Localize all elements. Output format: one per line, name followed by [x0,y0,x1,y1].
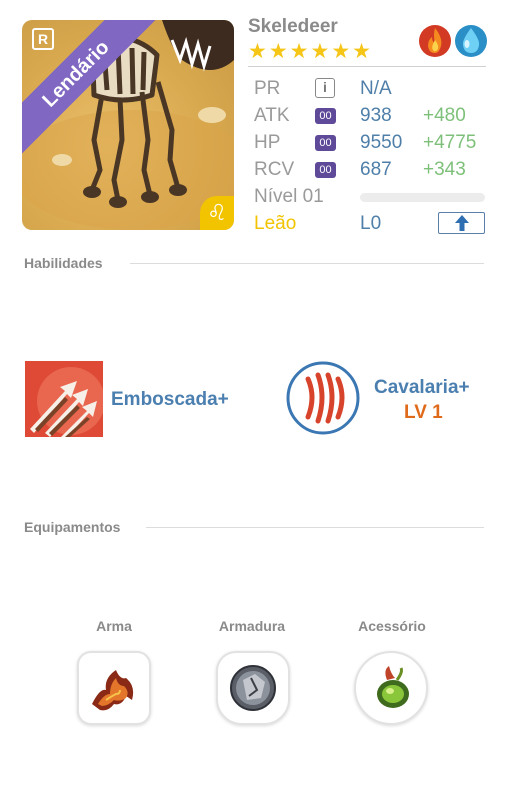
star-rating: ★ ★ ★ ★ ★ ★ [248,40,371,64]
header-divider [248,66,486,67]
info-icon[interactable]: i [315,78,335,98]
arrow-up-icon [454,215,469,231]
element-icons [418,22,488,58]
fire-icon [419,25,451,57]
claw-icon [286,361,360,435]
pr-value: N/A [360,78,392,99]
skeleton-deer-artwork [22,20,234,230]
hp-value: 9550 [360,132,403,153]
accessory-icon [377,666,409,708]
equipment-title: Equipamentos [24,519,121,535]
monster-portrait[interactable]: Lendário R ♌ [22,20,234,230]
cavalry-skill-name: Cavalaria+ [374,377,470,398]
accessory-label: Acessório [358,618,426,634]
abilities-title: Habilidades [24,255,103,271]
zodiac-badge: ♌ [200,196,234,230]
weapon-label: Arma [96,618,132,634]
armor-slot[interactable] [216,651,290,725]
cavalry-skill-level: LV 1 [404,402,443,423]
star-icon: ★ [331,40,351,63]
star-icon: ★ [289,40,309,63]
hp-enhance-badge: 00 [315,135,336,151]
rank-badge: R [32,28,54,50]
armor-label: Armadura [218,618,286,634]
hp-label: HP [254,132,281,153]
atk-enhance-badge: 00 [315,108,336,124]
armor-icon [230,665,276,711]
star-icon: ★ [268,40,288,63]
star-icon: ★ [310,40,330,63]
rcv-enhance-badge: 00 [315,162,336,178]
upgrade-button[interactable] [438,212,485,234]
atk-label: ATK [254,105,290,126]
cavalry-skill-icon[interactable] [286,361,360,435]
pr-label: PR [254,78,281,99]
ambush-icon [25,361,105,437]
zodiac-label: Leão [254,213,297,234]
rcv-value: 687 [360,159,392,180]
atk-value: 938 [360,105,392,126]
accessory-slot[interactable] [354,651,428,725]
level-label: Nível 01 [254,186,324,207]
weapon-slot[interactable] [77,651,151,725]
atk-bonus: +480 [423,105,466,126]
rcv-bonus: +343 [423,159,466,180]
weapon-icon [92,670,134,711]
hp-bonus: +4775 [423,132,477,153]
equipment-divider [146,527,484,528]
ambush-skill-icon[interactable] [25,361,105,437]
rcv-label: RCV [254,159,295,180]
star-icon: ★ [248,40,267,63]
xp-progress-bar [360,193,485,202]
abilities-divider [130,263,484,264]
zodiac-level-value: L0 [360,213,382,234]
monster-name: Skeledeer [248,16,338,37]
water-icon [455,25,487,57]
ambush-skill-name: Emboscada+ [111,389,229,410]
star-icon: ★ [352,40,371,63]
